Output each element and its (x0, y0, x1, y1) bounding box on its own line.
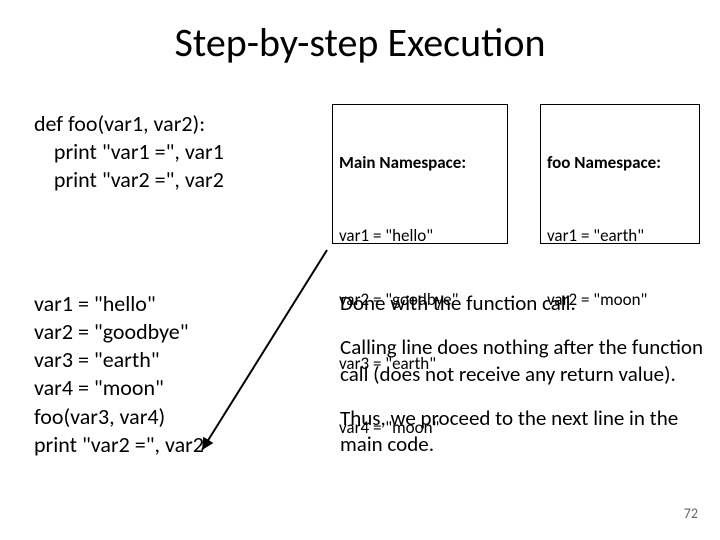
code-line: var3 = "earth" (34, 346, 160, 373)
explanation-paragraph: Calling line does nothing after the func… (340, 334, 720, 387)
explanation-paragraph: Thus, we proceed to the next line in the… (340, 405, 720, 458)
page-number: 72 (684, 505, 698, 522)
code-line: print "var2 =", var2 (34, 431, 204, 458)
main-namespace-box: Main Namespace: var1 = "hello" var2 = "g… (332, 104, 508, 244)
namespace-header: foo Namespace: (547, 152, 693, 173)
code-line: print "var1 =", var1 (34, 138, 224, 165)
code-line: foo(var3, var4) (34, 403, 165, 430)
code-line: var4 = "moon" (34, 374, 164, 401)
namespace-var: var1 = "earth" (547, 225, 693, 246)
code-line: var1 = "hello" (34, 290, 156, 317)
code-line: def foo(var1, var2): (34, 110, 205, 137)
slide: Step-by-step Execution def foo(var1, var… (0, 0, 720, 540)
code-line: print "var2 =", var2 (34, 166, 224, 193)
function-def-code: def foo(var1, var2): print "var1 =", var… (34, 110, 224, 194)
main-code: var1 = "hello" var2 = "goodbye" var3 = "… (34, 290, 204, 459)
foo-namespace-box: foo Namespace: var1 = "earth" var2 = "mo… (540, 104, 700, 244)
slide-title: Step-by-step Execution (0, 18, 720, 67)
code-line: var2 = "goodbye" (34, 318, 189, 345)
namespace-header: Main Namespace: (339, 152, 501, 173)
explanation-text: Done with the function call. Calling lin… (340, 290, 720, 475)
namespace-var: var1 = "hello" (339, 225, 501, 246)
arrow-icon (192, 250, 332, 460)
explanation-paragraph: Done with the function call. (340, 290, 720, 316)
